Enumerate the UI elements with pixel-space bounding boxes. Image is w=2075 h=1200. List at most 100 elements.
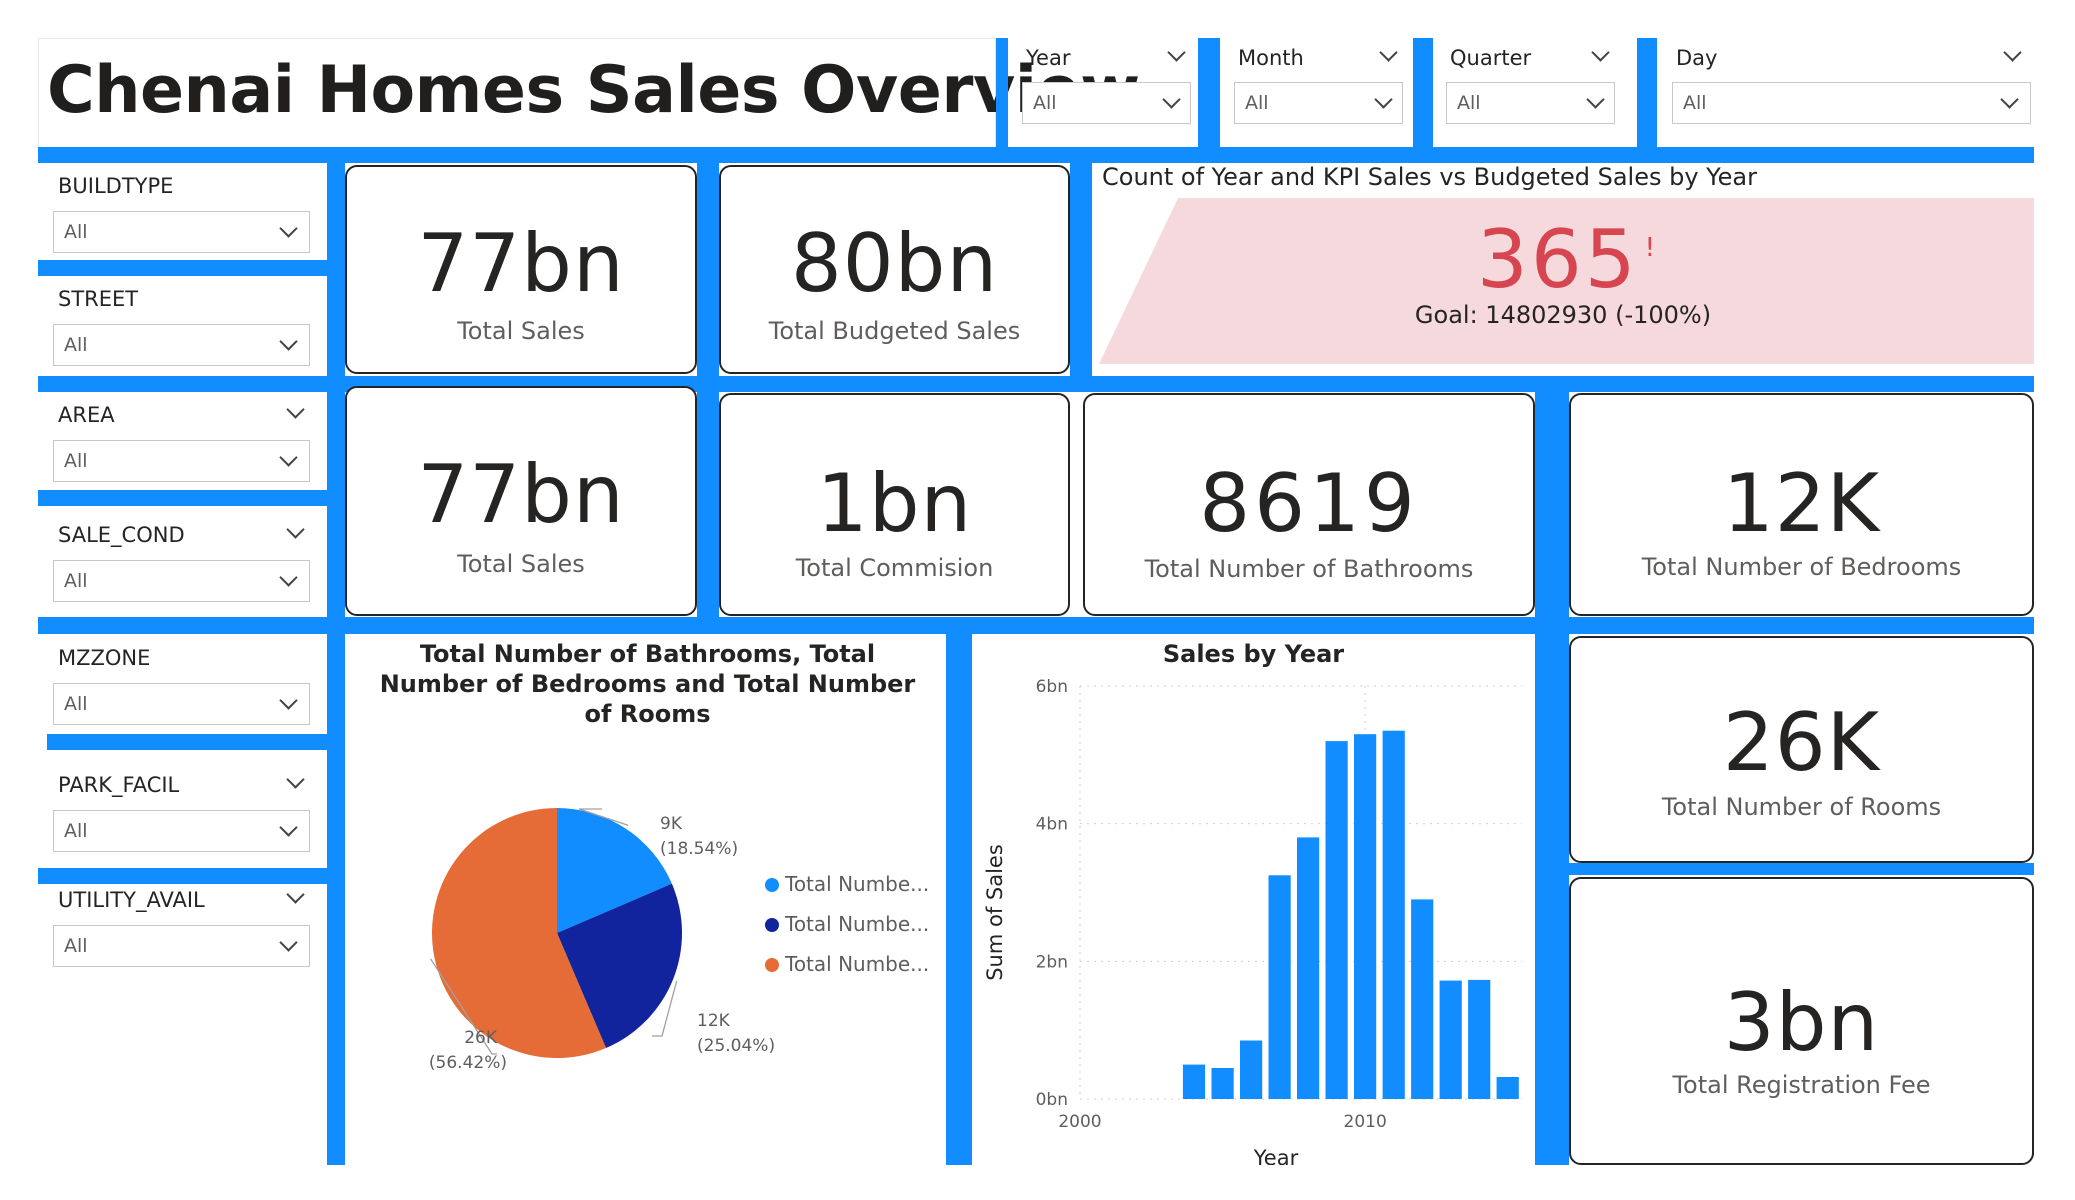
bar[interactable] — [1297, 837, 1320, 1099]
divider-pie-col — [946, 626, 972, 1165]
chevron-down-icon — [1162, 90, 1181, 109]
title-box: Chenai Homes Sales Overview — [38, 38, 1140, 148]
card-value: 1bn — [816, 457, 973, 550]
slicer-mzzone-dropdown[interactable]: All — [53, 683, 310, 725]
card-value: 26K — [1722, 696, 1881, 789]
card-total-sales-2: 77bn Total Sales — [345, 386, 697, 616]
card-total-rooms: 26K Total Number of Rooms — [1569, 636, 2034, 863]
divider-top — [38, 147, 2034, 163]
bar[interactable] — [1411, 899, 1434, 1099]
bar[interactable] — [1354, 734, 1377, 1099]
card-label: Total Number of Bathrooms — [1144, 555, 1474, 583]
slicer-sale-cond-value: All — [64, 570, 88, 592]
divider-top-slicer-4 — [1637, 38, 1657, 158]
slicer-street-dropdown[interactable]: All — [53, 324, 310, 366]
chevron-down-icon — [279, 448, 298, 467]
bar[interactable] — [1468, 979, 1491, 1099]
slicer-quarter-label: Quarter — [1450, 46, 1532, 70]
pie-data-label: 9K — [660, 814, 683, 834]
slicer-month-dropdown[interactable]: All — [1234, 82, 1403, 124]
chevron-down-icon — [279, 818, 298, 837]
slicer-sale-cond-dropdown[interactable]: All — [53, 560, 310, 602]
chevron-down-icon — [279, 691, 298, 710]
y-tick-label: 6bn — [1036, 677, 1068, 697]
chevron-down-icon[interactable] — [286, 520, 305, 539]
slicer-park-facil-dropdown[interactable]: All — [53, 810, 310, 852]
card-value: 3bn — [1723, 976, 1880, 1069]
pie-data-label: 12K — [697, 1011, 731, 1031]
chevron-down-icon[interactable] — [286, 770, 305, 789]
bar-chart-visual: Sales by Year 0bn 2bn 4bn 6bn 2000 2010 Year Su… — [972, 634, 1535, 1165]
slicer-buildtype-value: All — [64, 221, 88, 243]
divider-top-slicer-2 — [1198, 38, 1220, 158]
pie-data-percent: (56.42%) — [429, 1053, 507, 1073]
slicer-utility-avail-label: UTILITY_AVAIL — [58, 888, 205, 912]
slicer-area-label: AREA — [58, 403, 115, 427]
card-total-commission: 1bn Total Commision — [719, 393, 1070, 616]
card-label: Total Number of Bedrooms — [1641, 553, 1962, 581]
card-label: Total Sales — [457, 550, 585, 578]
kpi-goal: Goal: 14802930 (-100%) — [1414, 301, 1712, 329]
bar[interactable] — [1268, 875, 1291, 1099]
pie-data-label: 26K — [464, 1028, 498, 1048]
slicer-area-dropdown[interactable]: All — [53, 440, 310, 482]
card-total-sales: 77bn Total Sales — [345, 165, 697, 374]
chevron-down-icon[interactable] — [286, 885, 305, 904]
slicer-street-label: STREET — [58, 287, 139, 311]
card-label: Total Number of Rooms — [1661, 793, 1942, 821]
pie-data-percent: (18.54%) — [660, 839, 738, 859]
chevron-down-icon — [279, 568, 298, 587]
chevron-down-icon[interactable] — [286, 400, 305, 419]
chevron-down-icon — [279, 933, 298, 952]
kpi-value: 365! — [1092, 213, 2034, 306]
divider-card-col — [697, 163, 719, 617]
slicer-sale-cond-label: SALE_COND — [58, 523, 185, 547]
chevron-down-icon — [1586, 90, 1605, 109]
y-tick-label: 2bn — [1036, 952, 1068, 972]
kpi-visual: Count of Year and KPI Sales vs Budgeted … — [1092, 163, 2034, 376]
bar[interactable] — [1211, 1068, 1234, 1099]
slicer-street-value: All — [64, 334, 88, 356]
legend-marker[interactable] — [765, 878, 779, 892]
legend-label[interactable]: Total Numbe... — [784, 952, 929, 976]
divider-top-slicer-1 — [996, 38, 1008, 158]
chevron-down-icon[interactable] — [1379, 43, 1398, 62]
chevron-down-icon — [279, 332, 298, 351]
bar[interactable] — [1182, 1064, 1206, 1099]
legend-label[interactable]: Total Numbe... — [784, 872, 929, 896]
bar[interactable] — [1240, 1040, 1263, 1100]
divider-left-col — [327, 163, 345, 1165]
alert-icon: ! — [1644, 233, 1656, 263]
legend-marker[interactable] — [765, 918, 779, 932]
legend-marker[interactable] — [765, 958, 779, 972]
slicer-utility-avail-value: All — [64, 935, 88, 957]
card-label: Total Registration Fee — [1672, 1071, 1931, 1099]
card-total-bedrooms: 12K Total Number of Bedrooms — [1569, 393, 2034, 616]
chevron-down-icon[interactable] — [2003, 43, 2022, 62]
chevron-down-icon[interactable] — [1167, 43, 1186, 62]
slicer-mzzone-value: All — [64, 693, 88, 715]
slicer-day-label: Day — [1676, 46, 1718, 70]
chevron-down-icon — [279, 219, 298, 238]
bar[interactable] — [1496, 1077, 1519, 1099]
slicer-year-dropdown[interactable]: All — [1022, 82, 1191, 124]
slicer-utility-avail-dropdown[interactable]: All — [53, 925, 310, 967]
slicer-day-value: All — [1683, 92, 1707, 114]
divider-slicer-2 — [38, 490, 327, 506]
slicer-park-facil-value: All — [64, 820, 88, 842]
divider-top-slicer-3 — [1413, 38, 1433, 158]
card-total-bathrooms: 8619 Total Number of Bathrooms — [1083, 393, 1535, 616]
bar[interactable] — [1439, 980, 1462, 1099]
slicer-quarter-dropdown[interactable]: All — [1446, 82, 1615, 124]
legend-label[interactable]: Total Numbe... — [784, 912, 929, 936]
slicer-day-dropdown[interactable]: All — [1672, 82, 2031, 124]
card-value: 77bn — [417, 217, 625, 310]
slicer-month-value: All — [1245, 92, 1269, 114]
slicer-buildtype-dropdown[interactable]: All — [53, 211, 310, 253]
x-tick-label: 2000 — [1058, 1112, 1101, 1132]
bar[interactable] — [1325, 741, 1348, 1099]
bar[interactable] — [1382, 730, 1405, 1099]
card-value: 77bn — [417, 448, 625, 541]
chevron-down-icon[interactable] — [1591, 43, 1610, 62]
slicer-year-label: Year — [1026, 46, 1071, 70]
